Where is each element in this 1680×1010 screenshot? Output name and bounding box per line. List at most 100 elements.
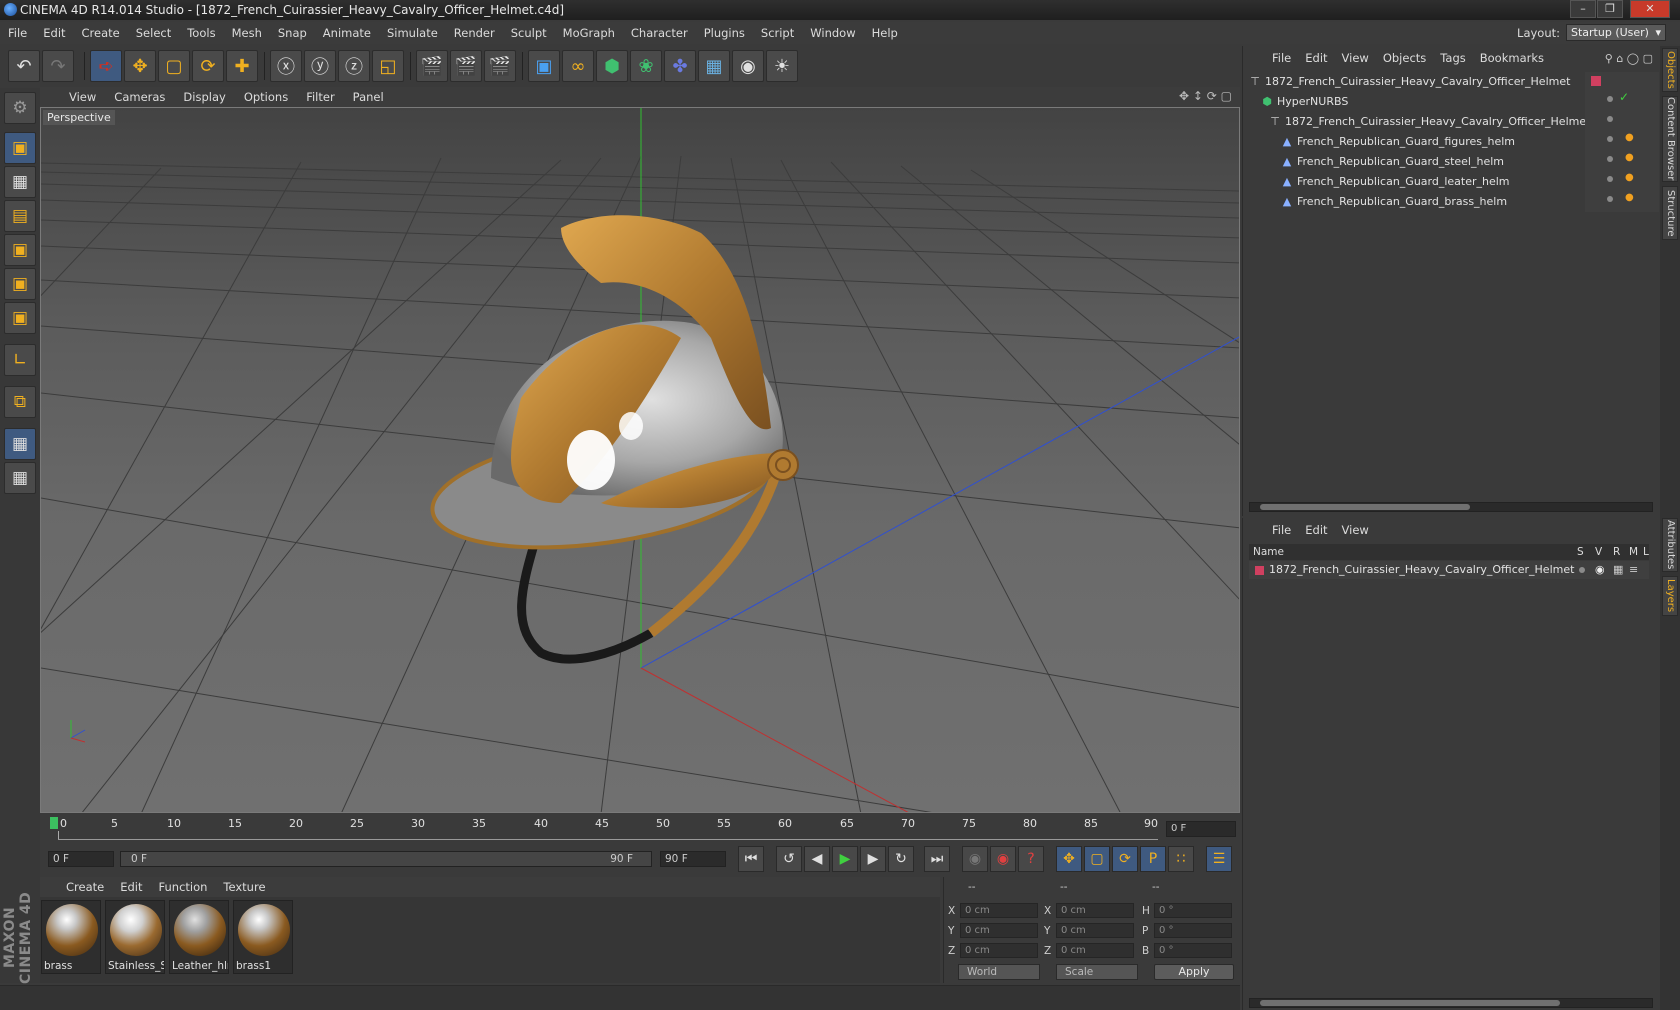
- key-rotation-icon[interactable]: ⟳: [1112, 846, 1138, 872]
- menu-tools[interactable]: Tools: [179, 22, 223, 44]
- menu-help[interactable]: Help: [864, 22, 906, 44]
- camera-icon[interactable]: ◉: [732, 50, 764, 82]
- viewport-menu-panel[interactable]: Panel: [344, 90, 393, 104]
- timeline-window-icon[interactable]: ☰: [1206, 846, 1232, 872]
- apply-button[interactable]: Apply: [1154, 964, 1234, 980]
- solo-dot[interactable]: [1579, 567, 1585, 573]
- workplane-lock-icon[interactable]: ▦: [4, 428, 36, 460]
- coordinate-system-icon[interactable]: ◱: [372, 50, 404, 82]
- render-icon[interactable]: ▦: [1613, 561, 1623, 579]
- position-y-field[interactable]: 0 cm: [960, 923, 1038, 938]
- object-row[interactable]: ▲ French_Republican_Guard_steel_helm: [1281, 152, 1623, 171]
- menu-render[interactable]: Render: [446, 22, 503, 44]
- points-mode-icon[interactable]: ▣: [4, 234, 36, 266]
- viewport-menu-display[interactable]: Display: [174, 90, 234, 104]
- rotation-b-field[interactable]: 0 °: [1154, 943, 1232, 958]
- visibility-dot[interactable]: [1607, 96, 1613, 102]
- viewport-menu-view[interactable]: View: [60, 90, 105, 104]
- texture-mode-icon[interactable]: ▦: [4, 166, 36, 198]
- menu-mesh[interactable]: Mesh: [224, 22, 270, 44]
- menu-character[interactable]: Character: [623, 22, 696, 44]
- menu-plugins[interactable]: Plugins: [696, 22, 753, 44]
- material-swatch[interactable]: Leather_hlr: [169, 900, 229, 974]
- material-tag-icon[interactable]: ●: [1625, 132, 1634, 143]
- layout-select[interactable]: Startup (User) ▾: [1566, 24, 1666, 41]
- manager-icon[interactable]: ≡: [1629, 561, 1638, 579]
- material-tag-icon[interactable]: ●: [1625, 172, 1634, 183]
- material-menu-texture[interactable]: Texture: [215, 880, 273, 894]
- light-icon[interactable]: ☀: [766, 50, 798, 82]
- layer-color-swatch[interactable]: [1255, 566, 1264, 575]
- object-menu-view[interactable]: View: [1335, 51, 1376, 65]
- object-row[interactable]: ▲ French_Republican_Guard_leater_helm: [1281, 172, 1623, 191]
- y-axis-lock-icon[interactable]: ⓨ: [304, 50, 336, 82]
- make-editable-icon[interactable]: ⚙: [4, 92, 36, 124]
- menu-mograph[interactable]: MoGraph: [555, 22, 623, 44]
- object-menu-bookmarks[interactable]: Bookmarks: [1473, 51, 1551, 65]
- object-row[interactable]: ⊤ 1872_French_Cuirassier_Heavy_Cavalry_Of…: [1249, 72, 1591, 91]
- previous-key-icon[interactable]: ↺: [776, 846, 802, 872]
- rotation-h-field[interactable]: 0 °: [1154, 903, 1232, 918]
- object-row[interactable]: ▲ French_Republican_Guard_brass_helm: [1281, 192, 1623, 211]
- next-frame-icon[interactable]: ▶: [860, 846, 886, 872]
- menu-window[interactable]: Window: [802, 22, 863, 44]
- axis-mode-icon[interactable]: ∟: [4, 344, 36, 376]
- key-parameter-icon[interactable]: P: [1140, 846, 1166, 872]
- material-menu-edit[interactable]: Edit: [112, 880, 150, 894]
- 3d-viewport[interactable]: Perspective: [40, 107, 1240, 813]
- check-icon[interactable]: ✓: [1619, 90, 1629, 104]
- z-axis-lock-icon[interactable]: ⓩ: [338, 50, 370, 82]
- menu-create[interactable]: Create: [74, 22, 128, 44]
- size-z-field[interactable]: 0 cm: [1056, 943, 1134, 958]
- layer-color-swatch[interactable]: [1591, 76, 1601, 86]
- material-tag-icon[interactable]: ●: [1625, 192, 1634, 203]
- tab-attributes[interactable]: Attributes: [1662, 518, 1678, 572]
- material-swatch[interactable]: brass1: [233, 900, 293, 974]
- object-row[interactable]: ⬢ HyperNURBS: [1261, 92, 1603, 111]
- tab-objects[interactable]: Objects: [1662, 48, 1678, 92]
- menu-snap[interactable]: Snap: [270, 22, 315, 44]
- material-swatch[interactable]: Stainless_S: [105, 900, 165, 974]
- position-x-field[interactable]: 0 cm: [960, 903, 1038, 918]
- layer-menu-edit[interactable]: Edit: [1298, 523, 1334, 537]
- rotate-icon[interactable]: ⟳: [192, 50, 224, 82]
- scroll-thumb[interactable]: [1260, 504, 1470, 510]
- add-object-icon[interactable]: ✚: [226, 50, 258, 82]
- magnet-icon[interactable]: ⧉: [4, 386, 36, 418]
- menu-select[interactable]: Select: [128, 22, 179, 44]
- render-view-icon[interactable]: 🎬: [416, 50, 448, 82]
- tab-content-browser[interactable]: Content Browser: [1662, 96, 1678, 182]
- key-scale-icon[interactable]: ▢: [1084, 846, 1110, 872]
- size-x-field[interactable]: 0 cm: [1056, 903, 1134, 918]
- scale-icon[interactable]: ▢: [158, 50, 190, 82]
- viewport-menu-options[interactable]: Options: [235, 90, 297, 104]
- menu-sculpt[interactable]: Sculpt: [503, 22, 555, 44]
- minimize-button[interactable]: –: [1570, 0, 1596, 18]
- layer-menu-file[interactable]: File: [1265, 523, 1298, 537]
- mograph-cloner-icon[interactable]: ❀: [630, 50, 662, 82]
- maximize-button[interactable]: ❐: [1597, 0, 1623, 18]
- redo-icon[interactable]: ↷: [42, 50, 74, 82]
- visibility-dot[interactable]: [1607, 136, 1613, 142]
- viewport-nav-icons[interactable]: ✥ ↕ ⟳ ▢: [1179, 89, 1232, 103]
- polygons-mode-icon[interactable]: ▣: [4, 302, 36, 334]
- render-picture-viewer-icon[interactable]: 🎬: [450, 50, 482, 82]
- object-row[interactable]: ▲ French_Republican_Guard_figures_helm: [1281, 132, 1623, 151]
- playhead[interactable]: [50, 817, 58, 829]
- move-icon[interactable]: ✥: [124, 50, 156, 82]
- live-select-icon[interactable]: ➪: [90, 50, 122, 82]
- menu-file[interactable]: File: [0, 22, 35, 44]
- play-icon[interactable]: ▶: [832, 846, 858, 872]
- key-pla-icon[interactable]: ∷: [1168, 846, 1194, 872]
- tab-structure[interactable]: Structure: [1662, 186, 1678, 240]
- visibility-dot[interactable]: [1607, 196, 1613, 202]
- object-menu-objects[interactable]: Objects: [1376, 51, 1433, 65]
- key-position-icon[interactable]: ✥: [1056, 846, 1082, 872]
- object-row[interactable]: ⊤ 1872_French_Cuirassier_Heavy_Cavalry_Of…: [1269, 112, 1611, 131]
- menu-script[interactable]: Script: [753, 22, 802, 44]
- floor-icon[interactable]: ▦: [698, 50, 730, 82]
- autokey-icon[interactable]: ◉: [990, 846, 1016, 872]
- tab-layers[interactable]: Layers: [1662, 576, 1678, 616]
- object-manager-scrollbar[interactable]: [1249, 502, 1653, 512]
- scale-select[interactable]: Scale: [1056, 964, 1138, 980]
